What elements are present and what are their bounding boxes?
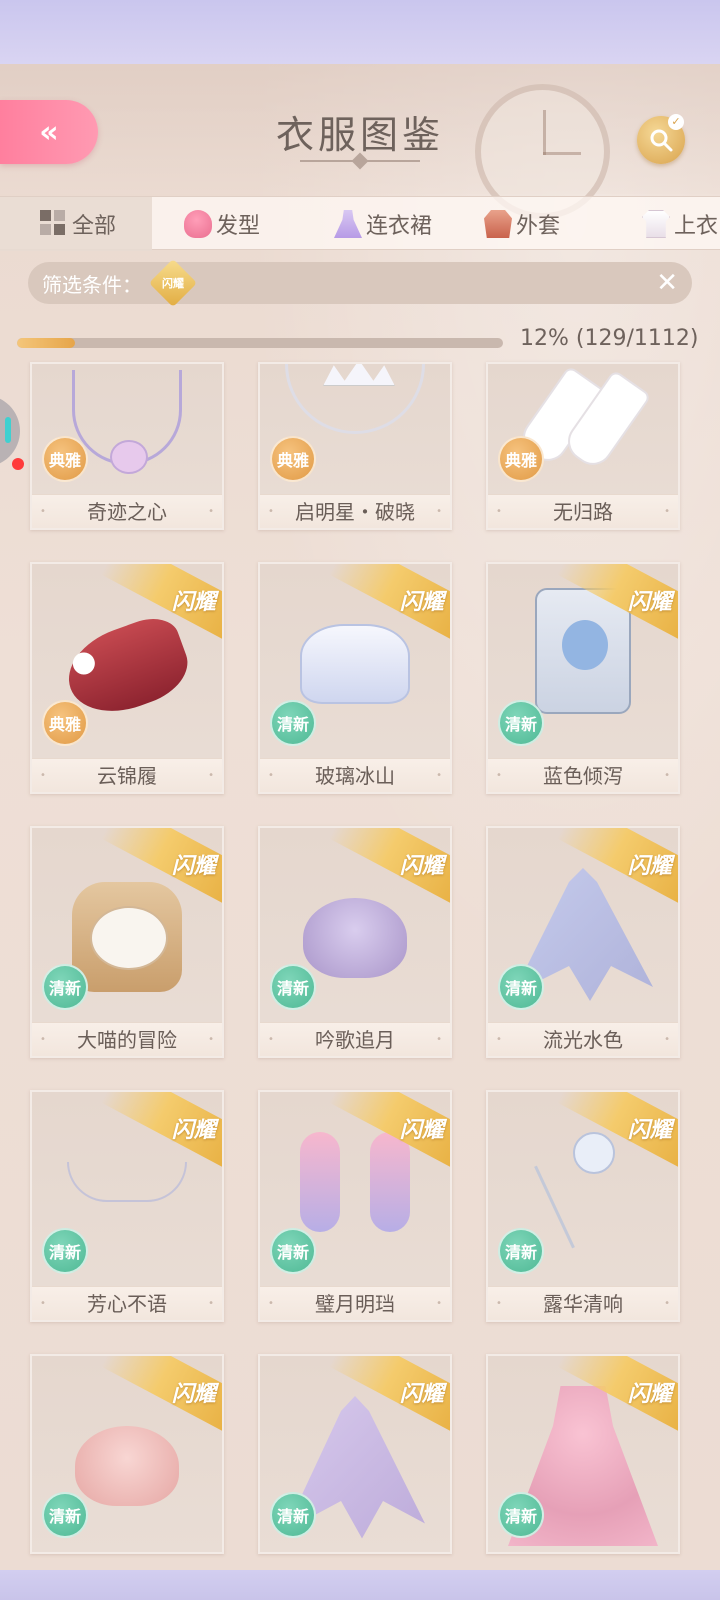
style-badge: 典雅 [270,436,316,482]
check-icon: ✓ [668,114,684,130]
tab-hairstyle[interactable]: 发型 [184,197,260,251]
style-badge: 清新 [42,964,88,1010]
page-title: 衣服图鉴 [275,113,444,157]
tiara-icon [285,364,425,434]
tab-label: 连衣裙 [366,214,433,239]
item-name: 无归路 [488,494,678,528]
progress-fill [17,338,76,348]
ribbon-label: 闪耀 [627,588,672,615]
item-card[interactable]: 闪耀 清新 玻璃冰山 [258,562,452,794]
style-badge: 清新 [42,1492,88,1538]
style-badge: 清新 [498,964,544,1010]
notification-dot [12,458,24,470]
ribbon-label: 闪耀 [171,588,216,615]
item-card[interactable]: 闪耀 清新 璧月明珰 [258,1090,452,1322]
style-badge: 清新 [270,700,316,746]
item-name: 奇迹之心 [32,494,222,528]
style-badge: 清新 [498,1492,544,1538]
grid-icon [40,210,68,238]
item-name: 流光水色 [488,1022,678,1056]
item-name: 露华清响 [488,1286,678,1320]
flower-hairpin-icon [533,1132,633,1242]
item-name: 蓝色倾泻 [488,758,678,792]
style-badge: 清新 [498,1228,544,1274]
dress-icon [334,210,362,238]
filter-tag-label: 闪耀 [162,277,184,290]
ribbon-label: 闪耀 [399,1380,444,1407]
item-card[interactable]: 典雅 启明星・破晓 [258,362,452,530]
item-card[interactable]: 闪耀 清新 芳心不语 [30,1090,224,1322]
hairstyle-icon [184,210,212,238]
progress-text: 12% (129/1112) [520,326,699,351]
bottom-decor-strip [0,1570,720,1600]
search-icon [650,129,673,152]
collection-progress-bar [17,338,503,348]
style-badge: 清新 [270,1492,316,1538]
item-card[interactable]: 闪耀 清新 [30,1354,224,1554]
ribbon-label: 闪耀 [171,1380,216,1407]
tab-top[interactable]: 上衣 [642,197,718,251]
shine-ribbon: 闪耀 [328,828,450,909]
item-name: 云锦履 [32,758,222,792]
item-card[interactable]: 闪耀 清新 蓝色倾泻 [486,562,680,794]
ribbon-label: 闪耀 [627,1380,672,1407]
style-badge: 清新 [270,1228,316,1274]
backpack-icon [535,588,631,714]
item-card[interactable]: 典雅 奇迹之心 [30,362,224,530]
style-badge: 清新 [498,700,544,746]
item-name: 璧月明珰 [260,1286,450,1320]
ribbon-label: 闪耀 [171,1116,216,1143]
filter-label: 筛选条件： [42,272,142,297]
top-decor-strip [0,0,720,64]
top-icon [642,210,670,238]
item-card[interactable]: 闪耀 清新 露华清响 [486,1090,680,1322]
search-button[interactable]: ✓ [637,114,685,164]
necklace-icon [72,370,182,474]
shine-ribbon: 闪耀 [100,1356,222,1437]
item-card[interactable]: 闪耀 典雅 云锦履 [30,562,224,794]
ribbon-label: 闪耀 [627,1116,672,1143]
tab-label: 全部 [72,214,117,239]
item-name: 玻璃冰山 [260,758,450,792]
sneakers-icon [300,624,410,704]
item-card[interactable]: 闪耀 清新 吟歌追月 [258,826,452,1058]
tab-label: 发型 [216,214,261,239]
beret-icon [303,898,407,978]
item-card[interactable]: 闪耀 清新 流光水色 [486,826,680,1058]
headchain-icon [67,1162,187,1202]
ribbon-label: 闪耀 [399,588,444,615]
socks-icon [528,370,638,470]
tab-coat[interactable]: 外套 [484,197,560,251]
tab-label: 外套 [516,214,561,239]
item-card[interactable]: 典雅 无归路 [486,362,680,530]
tab-all[interactable]: 全部 [0,197,152,251]
ribbon-label: 闪耀 [627,852,672,879]
filter-bar: 筛选条件： 闪耀 ✕ [28,258,692,308]
item-card[interactable]: 闪耀 清新 [486,1354,680,1554]
cat-backpack-icon [72,882,182,992]
item-name: 大喵的冒险 [32,1022,222,1056]
style-badge: 典雅 [498,436,544,482]
pink-beret-icon [75,1426,179,1506]
style-badge: 清新 [42,1228,88,1274]
item-name: 芳心不语 [32,1286,222,1320]
hair-ornament-icon [290,1132,420,1242]
ribbon-label: 闪耀 [399,852,444,879]
style-badge: 典雅 [42,436,88,482]
style-badge: 典雅 [42,700,88,746]
coat-icon [484,210,512,238]
filter-tag-shine[interactable]: 闪耀 [148,258,198,308]
tab-label: 上衣 [674,214,719,239]
ribbon-label: 闪耀 [171,852,216,879]
ribbon-label: 闪耀 [399,1116,444,1143]
item-name: 吟歌追月 [260,1022,450,1056]
tab-dress[interactable]: 连衣裙 [334,197,432,251]
item-name: 启明星・破晓 [260,494,450,528]
shine-ribbon: 闪耀 [100,1092,222,1173]
item-card[interactable]: 闪耀 清新 [258,1354,452,1554]
style-badge: 清新 [270,964,316,1010]
category-tabs: 全部 发型 连衣裙 外套 上衣 [0,196,720,251]
close-icon[interactable]: ✕ [656,268,678,298]
item-card[interactable]: 闪耀 清新 大喵的冒险 [30,826,224,1058]
